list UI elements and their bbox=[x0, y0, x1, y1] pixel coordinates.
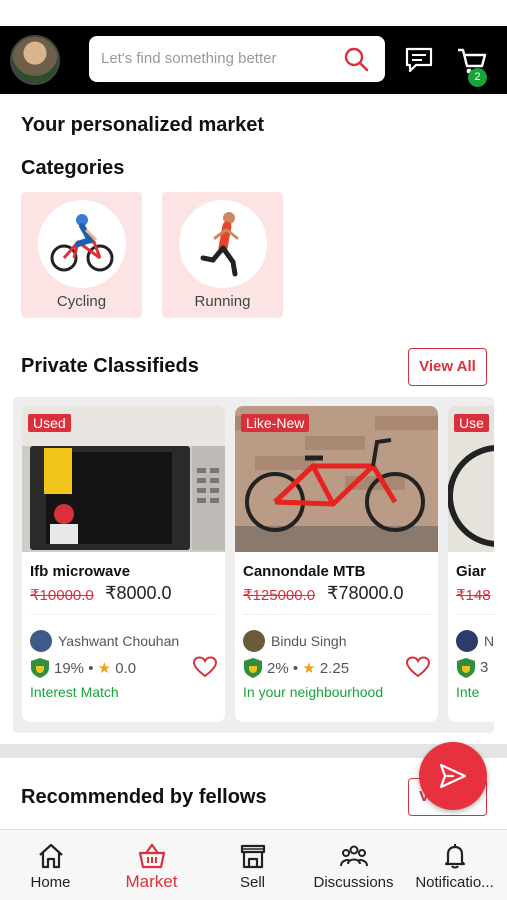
tab-home[interactable]: Home bbox=[0, 830, 101, 900]
bottom-tab-bar: Home Market Sell Discussions Notificatio… bbox=[0, 829, 507, 900]
tab-discussions[interactable]: Discussions bbox=[303, 830, 404, 900]
basket-icon bbox=[138, 843, 166, 869]
search-bar[interactable]: Let's find something better bbox=[89, 36, 385, 82]
shield-icon bbox=[31, 658, 49, 678]
listing-card[interactable]: Use Giar ₹148 N 3 Inte bbox=[448, 406, 494, 722]
listing-image: Use bbox=[448, 406, 494, 552]
seller-name: N bbox=[484, 633, 494, 649]
listing-image: Like-New bbox=[235, 406, 438, 552]
listing-tag: Interest Match bbox=[30, 684, 119, 700]
listing-title: Giar bbox=[456, 563, 487, 580]
seller-avatar bbox=[30, 630, 52, 652]
seller-avatar bbox=[456, 630, 478, 652]
divider bbox=[30, 614, 217, 615]
tab-label: Discussions bbox=[313, 874, 394, 891]
tab-label: Sell bbox=[239, 874, 265, 891]
star-icon: ★ bbox=[302, 660, 316, 677]
status-bar bbox=[0, 0, 507, 26]
listing-mrp: ₹125000.0 bbox=[243, 587, 316, 604]
match-percent: 19% bbox=[54, 660, 85, 677]
rating-value: 2.25 bbox=[319, 660, 350, 677]
listing-stats: 2% • ★ 2.25 bbox=[267, 659, 349, 677]
listing-price: ₹8000.0 bbox=[105, 583, 172, 603]
condition-badge: Use bbox=[454, 414, 489, 432]
tab-label: Market bbox=[125, 872, 178, 891]
listing-tag: In your neighbourhood bbox=[243, 684, 384, 700]
cyclist-icon bbox=[50, 214, 114, 272]
group-icon bbox=[340, 845, 368, 867]
shield-icon bbox=[244, 658, 262, 678]
search-icon[interactable] bbox=[343, 46, 369, 72]
condition-badge: Like-New bbox=[241, 414, 310, 432]
category-cycling[interactable]: Cycling bbox=[21, 192, 142, 318]
listing-price: ₹78000.0 bbox=[327, 583, 404, 603]
rating-value: 0.0 bbox=[115, 660, 137, 677]
category-label: Running bbox=[194, 293, 251, 310]
app-screen: Let's find something better 2 Your perso… bbox=[0, 0, 507, 900]
listing-mrp: ₹10000.0 bbox=[30, 587, 94, 604]
home-icon bbox=[39, 843, 63, 869]
top-bar: Let's find something better 2 bbox=[0, 26, 507, 94]
match-percent: 2% bbox=[267, 660, 289, 677]
page-title: Your personalized market bbox=[21, 114, 265, 136]
heart-icon[interactable] bbox=[193, 656, 217, 678]
profile-avatar[interactable] bbox=[10, 35, 60, 85]
category-label: Cycling bbox=[56, 293, 107, 310]
listing-mrp: ₹148 bbox=[456, 587, 491, 604]
listing-stats: 19% • ★ 0.0 bbox=[54, 659, 136, 677]
seller-avatar bbox=[243, 630, 265, 652]
listing-stats: 3 bbox=[480, 659, 488, 676]
listing-card[interactable]: Like-New Cannondale MTB ₹125000.0 ₹78000… bbox=[235, 406, 438, 722]
seller-name: Yashwant Chouhan bbox=[58, 633, 180, 649]
recommended-heading: Recommended by fellows bbox=[21, 786, 267, 808]
search-input[interactable]: Let's find something better bbox=[101, 50, 276, 67]
tab-market[interactable]: Market bbox=[101, 830, 202, 900]
listing-tag: Inte bbox=[456, 684, 480, 700]
seller-name: Bindu Singh bbox=[271, 633, 347, 649]
tab-notifications[interactable]: Notificatio... bbox=[404, 830, 505, 900]
classifieds-carousel[interactable]: Used Ifb microwave ₹10000.0 ₹8000.0 Yash… bbox=[13, 397, 494, 733]
star-icon: ★ bbox=[97, 660, 112, 677]
divider bbox=[456, 614, 494, 615]
condition-badge: Used bbox=[28, 414, 71, 432]
categories-heading: Categories bbox=[21, 157, 125, 179]
match-percent: 3 bbox=[480, 659, 489, 676]
listing-image: Used bbox=[22, 406, 225, 552]
dot-separator: • bbox=[292, 660, 303, 677]
tab-label: Notificatio... bbox=[415, 874, 494, 891]
tab-label: Home bbox=[30, 874, 71, 891]
shield-icon bbox=[457, 658, 475, 678]
category-image bbox=[179, 200, 267, 288]
category-running[interactable]: Running bbox=[162, 192, 283, 318]
divider bbox=[243, 614, 430, 615]
category-image bbox=[38, 200, 126, 288]
listing-title: Ifb microwave bbox=[30, 563, 131, 580]
cart-count-badge: 2 bbox=[468, 68, 487, 87]
view-all-button[interactable]: View All bbox=[408, 348, 487, 386]
bell-icon bbox=[444, 844, 466, 869]
send-icon bbox=[439, 763, 467, 789]
listing-title: Cannondale MTB bbox=[243, 563, 366, 580]
heart-icon[interactable] bbox=[406, 656, 430, 678]
tab-sell[interactable]: Sell bbox=[202, 830, 303, 900]
dot-separator: • bbox=[88, 660, 98, 677]
send-fab-button[interactable] bbox=[419, 742, 487, 810]
chat-icon[interactable] bbox=[404, 46, 434, 74]
shop-icon bbox=[240, 844, 266, 869]
classifieds-heading: Private Classifieds bbox=[21, 355, 199, 377]
listing-card[interactable]: Used Ifb microwave ₹10000.0 ₹8000.0 Yash… bbox=[22, 406, 225, 722]
runner-icon bbox=[200, 212, 239, 277]
